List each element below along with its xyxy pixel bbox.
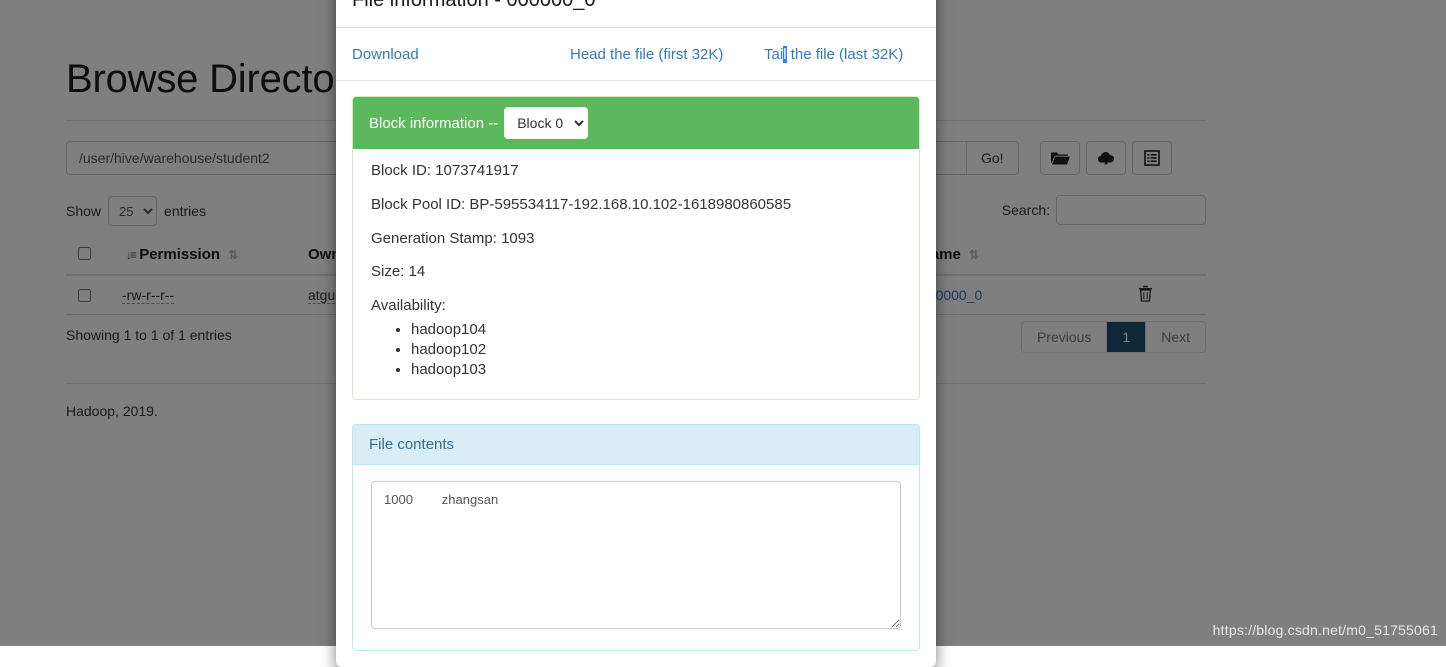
block-select[interactable]: Block 0 xyxy=(504,107,589,139)
file-contents-textarea[interactable]: 1000 zhangsan xyxy=(371,480,901,629)
modal-title: File information - 000000_0 xyxy=(352,0,596,11)
modal-action-links: Download Head the file (first 32K) Tail … xyxy=(336,28,936,81)
file-contents-body: 1000 zhangsan xyxy=(353,465,919,650)
download-link[interactable]: Download xyxy=(352,46,570,63)
generation-stamp-text: Generation Stamp: 1093 xyxy=(371,229,535,247)
block-information-panel: Block information -- Block 0 Block ID: 1… xyxy=(352,96,920,400)
block-information-heading: Block information -- xyxy=(369,114,499,132)
tail-file-link[interactable]: Tail the file (last 32K) xyxy=(764,46,903,63)
block-information-header: Block information -- Block 0 xyxy=(353,97,919,149)
block-id-text: Block ID: 1073741917 xyxy=(371,162,519,179)
modal-header: File information - 000000_0 × xyxy=(336,0,936,28)
tail-link-prefix: Tai xyxy=(764,46,784,63)
file-information-modal: File information - 000000_0 × Download H… xyxy=(336,0,936,667)
availability-label: Availability: xyxy=(371,297,446,314)
head-file-link[interactable]: Head the file (first 32K) xyxy=(570,46,764,63)
block-information-body: Block ID: 1073741917 Block Pool ID: BP-5… xyxy=(353,149,919,399)
tail-link-suffix: the file (last 32K) xyxy=(786,46,904,63)
file-contents-panel: File contents 1000 zhangsan xyxy=(352,423,920,651)
file-contents-header: File contents xyxy=(353,424,919,465)
list-item: hadoop104 xyxy=(411,320,901,340)
size-text: Size: 14 xyxy=(371,263,426,281)
block-pool-id-text: Block Pool ID: BP-595534117-192.168.10.1… xyxy=(371,195,792,213)
list-item: hadoop102 xyxy=(411,340,901,360)
modal-body: Block information -- Block 0 Block ID: 1… xyxy=(336,81,936,667)
close-icon[interactable]: × xyxy=(896,0,920,7)
list-item: hadoop103 xyxy=(411,360,901,380)
watermark: https://blog.csdn.net/m0_51755061 xyxy=(1212,622,1438,638)
availability-list: hadoop104 hadoop102 hadoop103 xyxy=(371,320,901,381)
